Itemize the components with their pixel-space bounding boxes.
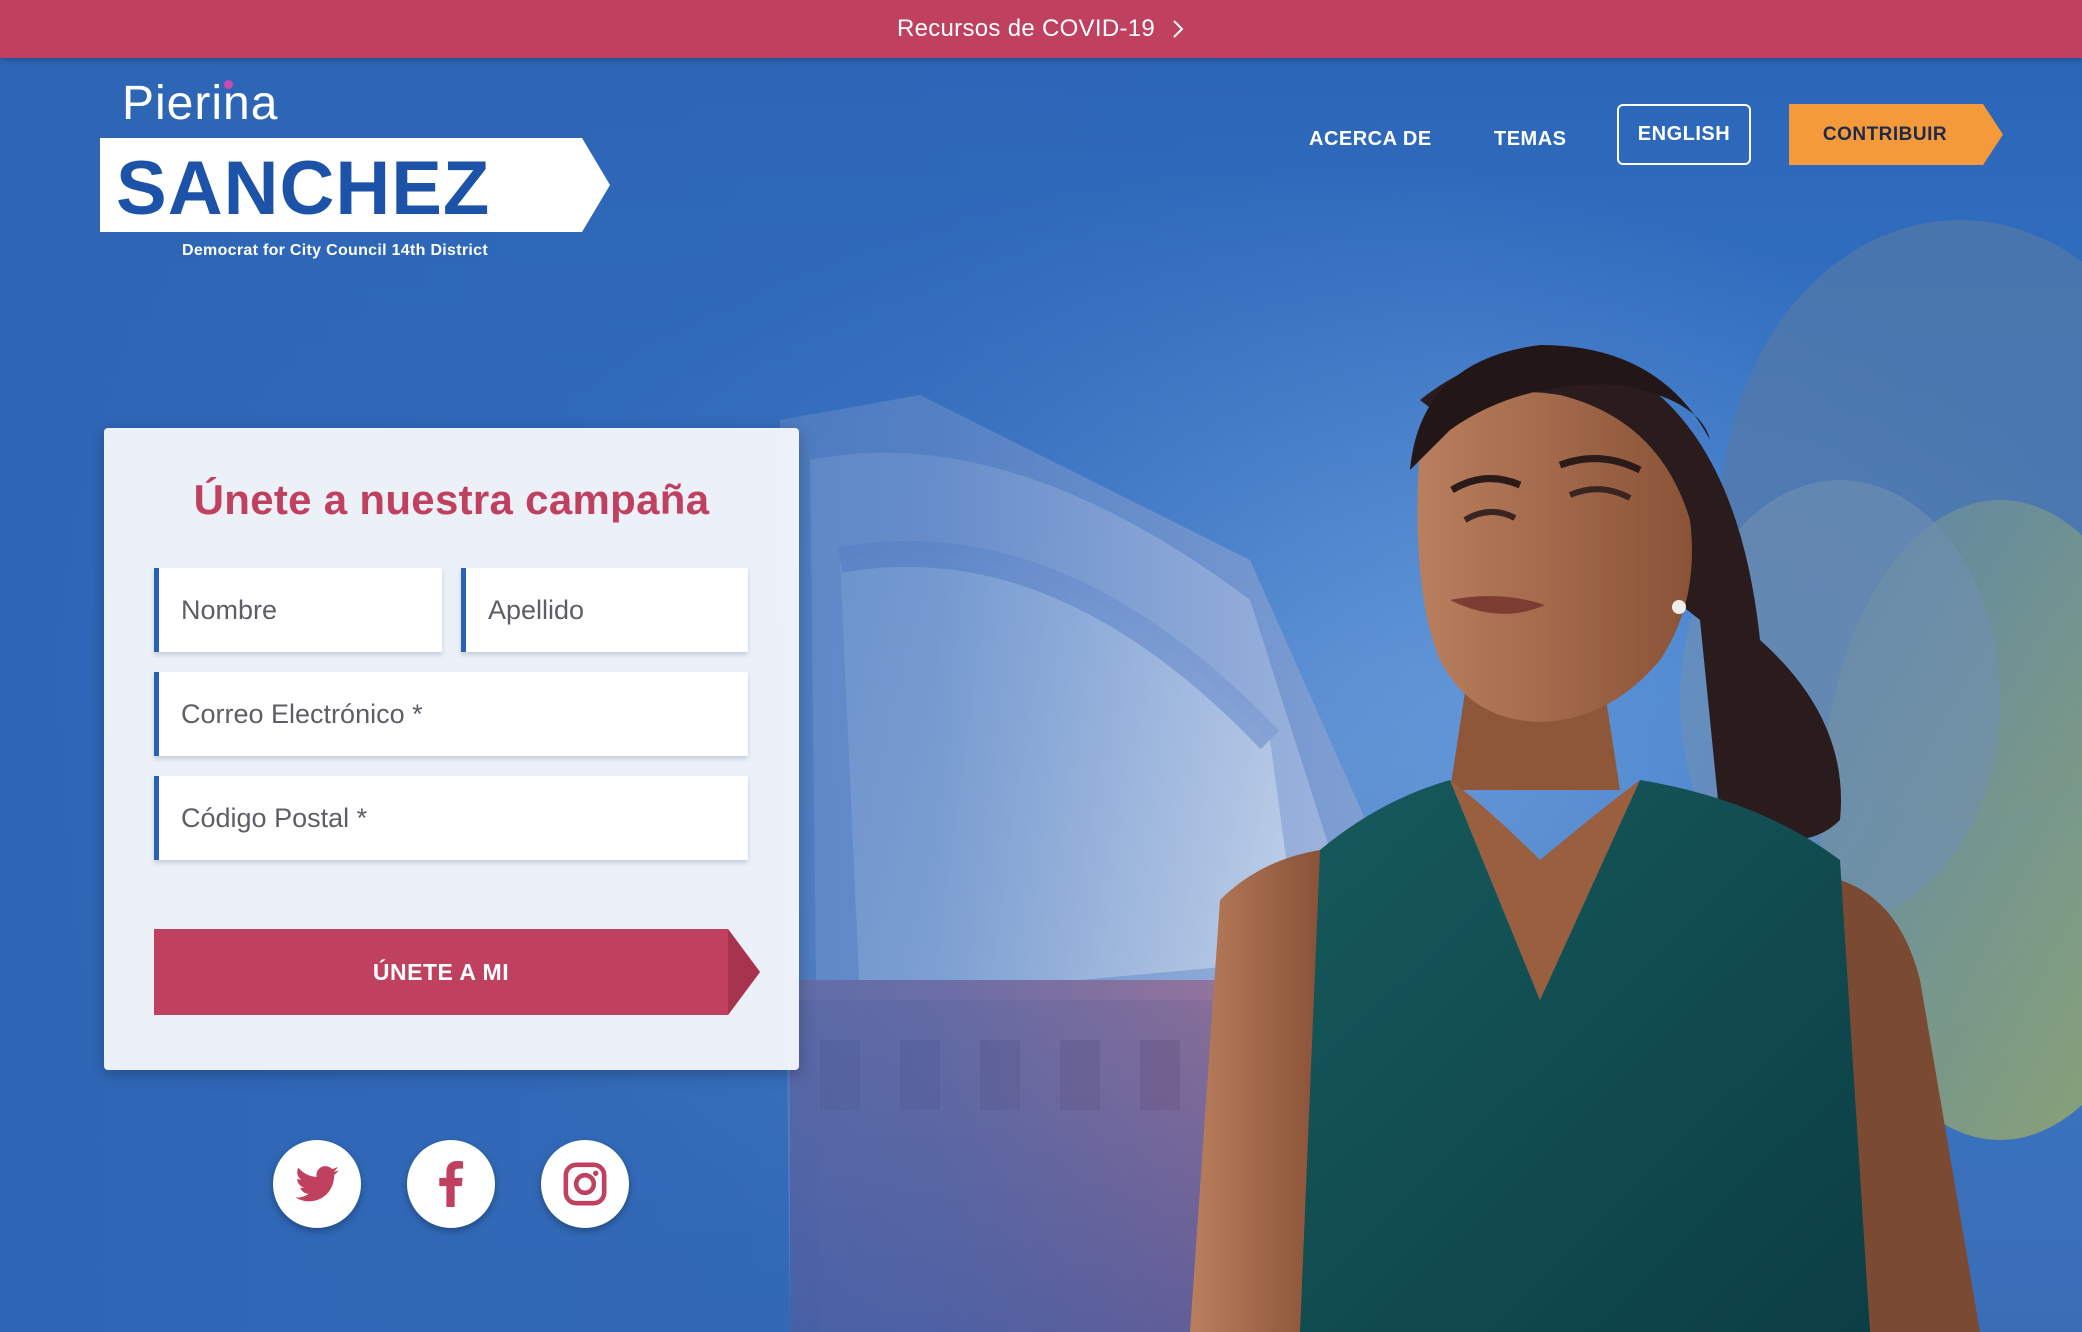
twitter-link[interactable] — [273, 1140, 361, 1228]
email-field[interactable] — [154, 672, 748, 756]
logo-first-name: Pierina — [122, 77, 279, 130]
first-name-field[interactable] — [154, 568, 442, 652]
signup-form-card: Únete a nuestra campaña ÚNETE A MI — [104, 428, 799, 1070]
last-name-field[interactable] — [461, 568, 748, 652]
logo-dot — [224, 80, 233, 89]
contribute-button[interactable]: CONTRIBUIR — [1789, 104, 2003, 165]
last-name-input[interactable] — [488, 594, 748, 626]
instagram-icon — [563, 1162, 607, 1206]
nav-topics[interactable]: TEMAS — [1494, 128, 1567, 151]
first-name-input[interactable] — [181, 594, 442, 626]
join-submit-button[interactable]: ÚNETE A MI — [154, 929, 760, 1015]
facebook-link[interactable] — [407, 1140, 495, 1228]
nav-about[interactable]: ACERCA DE — [1309, 128, 1432, 151]
instagram-link[interactable] — [541, 1140, 629, 1228]
logo-tagline: Democrat for City Council 14th District — [182, 242, 488, 259]
language-english-button[interactable]: ENGLISH — [1617, 104, 1751, 165]
covid-banner-text: Recursos de COVID-19 — [896, 15, 1156, 42]
join-button-label: ÚNETE A MI — [372, 958, 510, 985]
contribute-label: CONTRIBUIR — [1822, 123, 1948, 145]
zip-field[interactable] — [154, 776, 748, 860]
chevron-right-icon — [1173, 20, 1184, 38]
facebook-icon — [439, 1161, 464, 1207]
zip-input[interactable] — [181, 802, 748, 834]
email-input[interactable] — [181, 698, 748, 730]
twitter-icon — [295, 1166, 339, 1202]
covid-resources-banner[interactable]: Recursos de COVID-19 — [0, 0, 2082, 58]
form-title: Únete a nuestra campaña — [193, 476, 710, 523]
logo-last-name: SANCHEZ — [116, 146, 491, 231]
